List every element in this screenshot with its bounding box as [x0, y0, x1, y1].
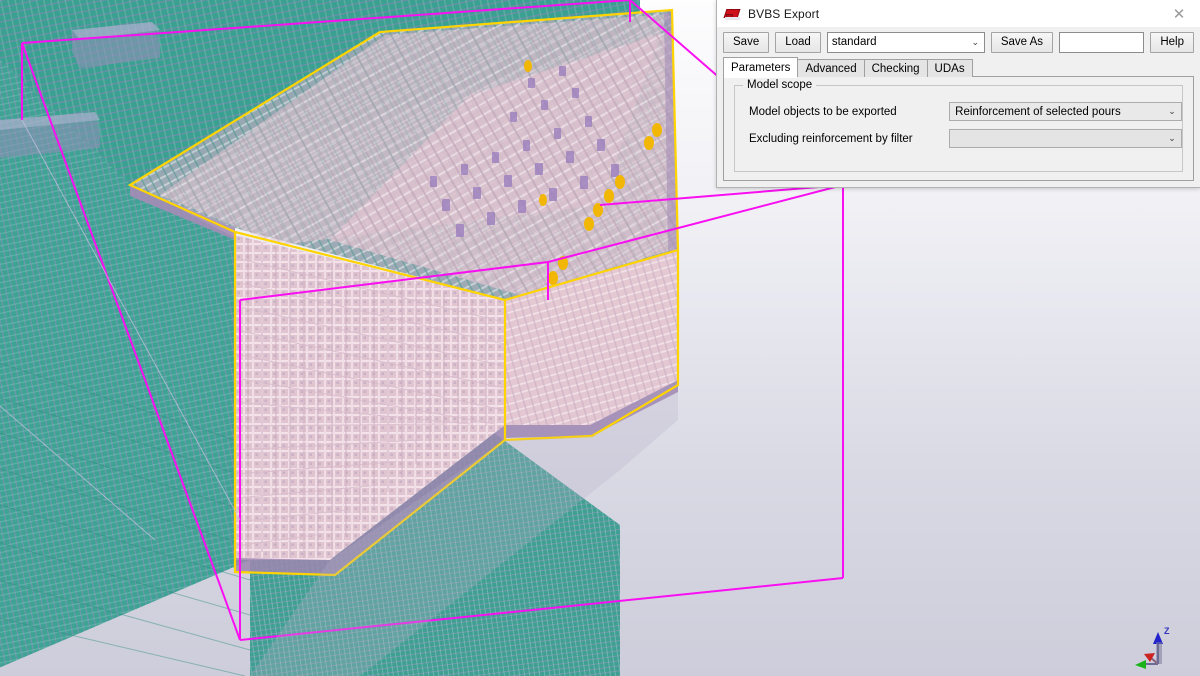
dialog-toolbar: Save Load standard ⌄ Save As Help [717, 27, 1200, 57]
help-button[interactable]: Help [1150, 31, 1194, 53]
excluding-filter-combobox[interactable]: ⌄ [949, 129, 1182, 148]
tab-parameters[interactable]: Parameters [723, 57, 799, 78]
parameters-tab-panel: Model scope Model objects to be exported… [723, 77, 1194, 181]
attribute-name-input[interactable] [1059, 31, 1145, 53]
chevron-down-icon: ⌄ [1168, 106, 1176, 116]
model-objects-value: Reinforcement of selected pours [955, 105, 1121, 118]
field-row-excluding-filter: Excluding reinforcement by filter ⌄ [735, 129, 1182, 148]
save-as-button[interactable]: Save As [990, 31, 1054, 53]
dialog-titlebar[interactable]: BVBS Export ✕ [717, 0, 1200, 27]
model-scope-title: Model scope [743, 79, 817, 91]
tab-udas[interactable]: UDAs [926, 59, 973, 77]
excluding-filter-label: Excluding reinforcement by filter [749, 132, 913, 145]
field-row-model-objects: Model objects to be exported Reinforceme… [735, 102, 1182, 121]
model-objects-combobox[interactable]: Reinforcement of selected pours ⌄ [949, 102, 1182, 121]
dialog-tabstrip: Parameters Advanced Checking UDAs [717, 57, 1200, 78]
close-icon[interactable]: ✕ [1158, 0, 1200, 27]
save-button[interactable]: Save [723, 31, 770, 53]
attribute-set-value: standard [831, 36, 877, 48]
bvbs-export-dialog[interactable]: BVBS Export ✕ Save Load standard ⌄ Save … [716, 0, 1200, 188]
chevron-down-icon: ⌄ [971, 36, 980, 47]
y-axis-arrow [1135, 660, 1146, 669]
chevron-down-icon: ⌄ [1168, 133, 1176, 143]
z-axis-label: Z [1164, 626, 1170, 636]
model-scope-groupbox: Model scope Model objects to be exported… [734, 79, 1183, 172]
dialog-title: BVBS Export [748, 6, 820, 21]
attribute-set-combobox[interactable]: standard ⌄ [826, 31, 985, 53]
load-button[interactable]: Load [775, 31, 821, 53]
model-objects-label: Model objects to be exported [749, 105, 897, 118]
tab-advanced[interactable]: Advanced [797, 59, 865, 77]
axis-triad-indicator: Z [1135, 626, 1170, 669]
bvbs-app-icon [723, 7, 741, 21]
tab-checking[interactable]: Checking [863, 59, 928, 77]
